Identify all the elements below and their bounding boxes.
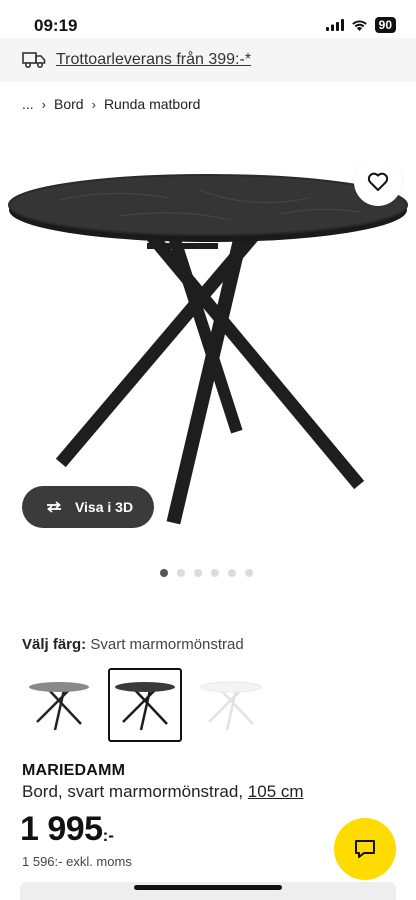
chat-icon — [355, 840, 375, 858]
color-swatches — [22, 668, 268, 742]
breadcrumb-ellipsis[interactable]: ... — [22, 96, 34, 112]
product-name: MARIEDAMM — [22, 762, 126, 779]
battery-icon: 90 — [374, 17, 396, 33]
heart-icon — [367, 172, 389, 191]
rotate-icon — [46, 501, 61, 513]
home-indicator — [134, 885, 282, 890]
wifi-icon — [351, 20, 367, 31]
pagination-dot[interactable] — [211, 569, 219, 577]
product-description: Bord, svart marmormönstrad, 105 cm — [22, 782, 304, 802]
status-icons: 90 — [325, 17, 396, 33]
pagination-dot[interactable] — [228, 569, 236, 577]
product-price: 1 995 :- — [20, 810, 114, 849]
chat-button[interactable] — [334, 818, 396, 880]
chevron-right-icon: › — [41, 96, 47, 112]
view-in-3d-button[interactable]: Visa i 3D — [22, 486, 154, 528]
product-size-link[interactable]: 105 cm — [248, 782, 304, 801]
table-thumbnail — [29, 682, 89, 731]
pagination-dot[interactable] — [177, 569, 185, 577]
pagination-dot[interactable] — [245, 569, 253, 577]
breadcrumb: ... › Bord › Runda matbord — [22, 96, 200, 112]
chevron-right-icon: › — [91, 96, 96, 112]
table-thumbnail — [200, 681, 262, 731]
color-swatch-grey-marble[interactable] — [22, 668, 96, 742]
price-ex-vat: 1 596:- exkl. moms — [22, 854, 132, 869]
delivery-link[interactable]: Trottoarleverans från 399:-* — [56, 51, 251, 69]
color-selected-value: Svart marmormönstrad — [90, 636, 244, 653]
signal-icon — [325, 19, 344, 31]
view-in-3d-label: Visa i 3D — [74, 499, 134, 515]
breadcrumb-item-runda-matbord[interactable]: Runda matbord — [104, 96, 201, 112]
delivery-banner[interactable]: Trottoarleverans från 399:-* — [0, 38, 416, 82]
price-suffix: :- — [102, 826, 114, 845]
price-main: 1 995 — [20, 810, 103, 848]
breadcrumb-item-bord[interactable]: Bord — [54, 96, 84, 112]
pagination-dot[interactable] — [194, 569, 202, 577]
color-swatch-black-marble[interactable] — [108, 668, 182, 742]
color-swatch-white[interactable] — [194, 668, 268, 742]
truck-icon — [22, 52, 46, 69]
color-selector-label: Välj färg: Svart marmormönstrad — [22, 636, 244, 653]
table-thumbnail — [115, 682, 175, 731]
color-label-title: Välj färg: — [22, 636, 87, 653]
pagination-dot[interactable] — [160, 569, 168, 577]
product-description-text: Bord, svart marmormönstrad, — [22, 782, 244, 801]
image-pagination — [160, 569, 253, 577]
favorite-button[interactable] — [354, 158, 402, 206]
status-time: 09:19 — [34, 16, 78, 35]
